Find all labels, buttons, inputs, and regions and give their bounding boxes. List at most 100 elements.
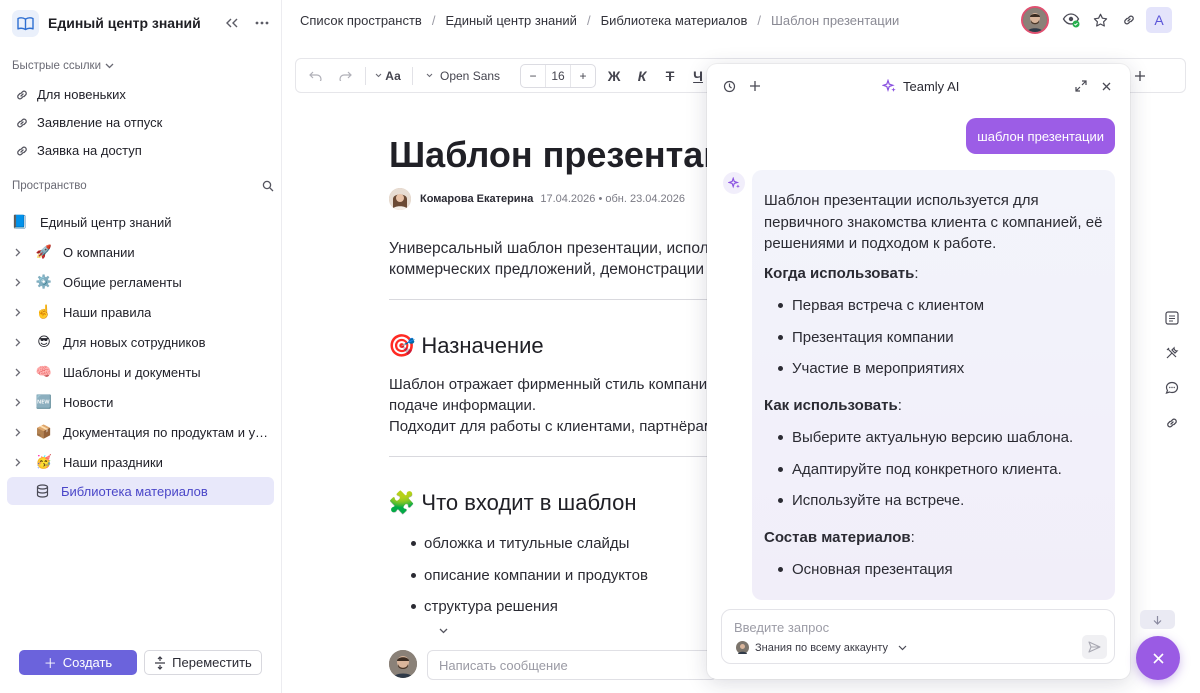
search-icon[interactable] (262, 180, 274, 192)
move-label: Переместить (172, 655, 252, 670)
more-icon[interactable] (250, 11, 274, 35)
new-badge-icon: 🆕 (35, 394, 53, 409)
chevron-right-icon[interactable] (15, 398, 29, 407)
quick-link-vacation[interactable]: Заявление на отпуск (15, 115, 162, 130)
quick-links-header[interactable]: Быстрые ссылки (12, 60, 114, 72)
list-item: Первая встреча с клиентом (764, 290, 1103, 322)
font-family-value: Open Sans (440, 68, 501, 83)
list-item-text: Используйте на встрече. (792, 492, 965, 509)
table-of-contents-icon[interactable] (1160, 306, 1184, 330)
sidebar-item-regulations[interactable]: ⚙️ Общие регламенты (7, 268, 274, 296)
user-menu-button[interactable]: A (1146, 7, 1172, 33)
sidebar-item-new-employees[interactable]: 😎 Для новых сотрудников (7, 328, 274, 356)
sidebar: Единый центр знаний Быстрые ссылки Для н… (0, 0, 282, 693)
sidebar-item-label: О компании (63, 244, 135, 260)
breadcrumb-item[interactable]: Список пространств (300, 13, 422, 28)
author-name[interactable]: Комарова Екатерина (420, 193, 533, 205)
list-item: Основная презентация (764, 554, 1103, 586)
sidebar-item-about[interactable]: 🚀 О компании (7, 238, 274, 266)
ai-answer: Шаблон презентации используется для перв… (752, 170, 1115, 600)
create-label: Создать (62, 655, 113, 670)
sidebar-item-product-docs[interactable]: 📦 Документация по продуктам и усл... (7, 418, 274, 446)
close-icon[interactable] (1102, 82, 1111, 91)
sidebar-item-label: Документация по продуктам и усл... (63, 424, 273, 440)
breadcrumb-item[interactable]: Библиотека материалов (601, 13, 748, 28)
star-icon[interactable] (1086, 6, 1114, 34)
undo-icon[interactable] (300, 61, 330, 91)
section-label: Как использовать (764, 396, 898, 414)
chevron-down-icon (426, 73, 433, 78)
answer-section-when: Когда использовать: (764, 264, 919, 282)
sidebar-title[interactable]: Единый центр знаний (48, 15, 214, 31)
scope-dropdown[interactable]: Знания по всему аккаунту (736, 641, 907, 654)
toolbar-divider (412, 66, 413, 85)
brain-icon: 🧠 (35, 364, 53, 379)
sidebar-item-news[interactable]: 🆕 Новости (7, 388, 274, 416)
close-ai-button[interactable] (1136, 636, 1180, 680)
breadcrumb-item[interactable]: Единый центр знаний (445, 13, 577, 28)
breadcrumb: Список пространств / Единый центр знаний /… (300, 13, 899, 28)
history-icon[interactable] (723, 80, 736, 93)
chevron-right-icon[interactable] (15, 368, 29, 377)
bold-button[interactable]: Ж (600, 61, 628, 91)
watch-icon[interactable] (1057, 6, 1085, 34)
collapse-sidebar-icon[interactable] (220, 11, 244, 35)
avatar (736, 641, 749, 654)
link-icon[interactable] (1160, 411, 1184, 435)
list-item: Адаптируйте под конкретного клиента. (764, 454, 1103, 486)
comment-input[interactable]: Написать сообщение (427, 650, 717, 680)
italic-button[interactable]: К (628, 61, 656, 91)
expand-icon[interactable] (1075, 80, 1087, 92)
avatar[interactable] (1021, 6, 1049, 34)
paragraph-line: Шаблон отражает фирменный стиль компании (389, 376, 709, 393)
chevron-right-icon[interactable] (15, 338, 29, 347)
sidebar-item-library[interactable]: Библиотека материалов (7, 477, 274, 505)
text-style-dropdown[interactable]: Аа (371, 61, 405, 91)
increase-size-button[interactable]: + (571, 65, 595, 87)
quick-link-access[interactable]: Заявка на доступ (15, 143, 142, 158)
answer-intro: Шаблон презентации используется для перв… (764, 192, 1103, 252)
sidebar-item-label: Для новых сотрудников (63, 334, 206, 350)
ai-query-input[interactable]: Введите запрос Знания по всему аккаунту (721, 609, 1115, 664)
scroll-down-button[interactable] (1140, 610, 1175, 629)
sidebar-item-holidays[interactable]: 🥳 Наши праздники (7, 448, 274, 476)
list-item: Выберите актуальную версию шаблона. (764, 422, 1103, 454)
section-heading-contents: 🧩 Что входит в шаблон (388, 490, 637, 516)
query-placeholder: Введите запрос (734, 620, 830, 635)
space-root[interactable]: 📘 Единый центр знаний (7, 208, 274, 236)
quick-link-newcomers[interactable]: Для новеньких (15, 87, 126, 102)
tools-icon[interactable] (1160, 341, 1184, 365)
decrease-size-button[interactable]: − (521, 65, 545, 87)
redo-icon[interactable] (330, 61, 360, 91)
list-item: Участие в мероприятиях (764, 353, 1103, 385)
book-icon[interactable] (12, 9, 39, 37)
chevron-right-icon[interactable] (15, 278, 29, 287)
user-message: шаблон презентации (966, 118, 1115, 154)
chevron-right-icon[interactable] (15, 458, 29, 467)
chevron-right-icon[interactable] (15, 308, 29, 317)
rocket-icon: 🚀 (35, 244, 53, 259)
font-family-dropdown[interactable]: Open Sans (420, 61, 506, 91)
breadcrumb-current: Шаблон презентации (771, 13, 900, 28)
move-button[interactable]: Переместить (144, 650, 262, 675)
comments-icon[interactable] (1160, 376, 1184, 400)
quick-links-label: Быстрые ссылки (12, 60, 102, 72)
sidebar-item-rules[interactable]: ☝️ Наши правила (7, 298, 274, 326)
ai-panel: Teamly AI шаблон презентации Шаблон през… (707, 64, 1130, 679)
sparkle-icon (882, 79, 896, 92)
sidebar-item-label: Шаблоны и документы (63, 364, 201, 380)
breadcrumb-separator: / (586, 13, 591, 28)
author-line: Комарова Екатерина 17.04.2026 • обн. 23.… (389, 188, 685, 210)
new-chat-icon[interactable] (749, 80, 761, 92)
chevron-right-icon[interactable] (15, 248, 29, 257)
link-icon[interactable] (1115, 6, 1143, 34)
chevron-down-icon[interactable] (439, 628, 448, 634)
font-size-value[interactable]: 16 (545, 64, 572, 87)
author-avatar[interactable] (389, 188, 411, 210)
strikethrough-button[interactable]: Т (656, 61, 684, 91)
send-button[interactable] (1082, 635, 1107, 659)
chevron-right-icon[interactable] (15, 428, 29, 437)
sidebar-item-templates[interactable]: 🧠 Шаблоны и документы (7, 358, 274, 386)
database-icon (33, 482, 51, 500)
create-button[interactable]: ＋ Создать (19, 650, 137, 675)
